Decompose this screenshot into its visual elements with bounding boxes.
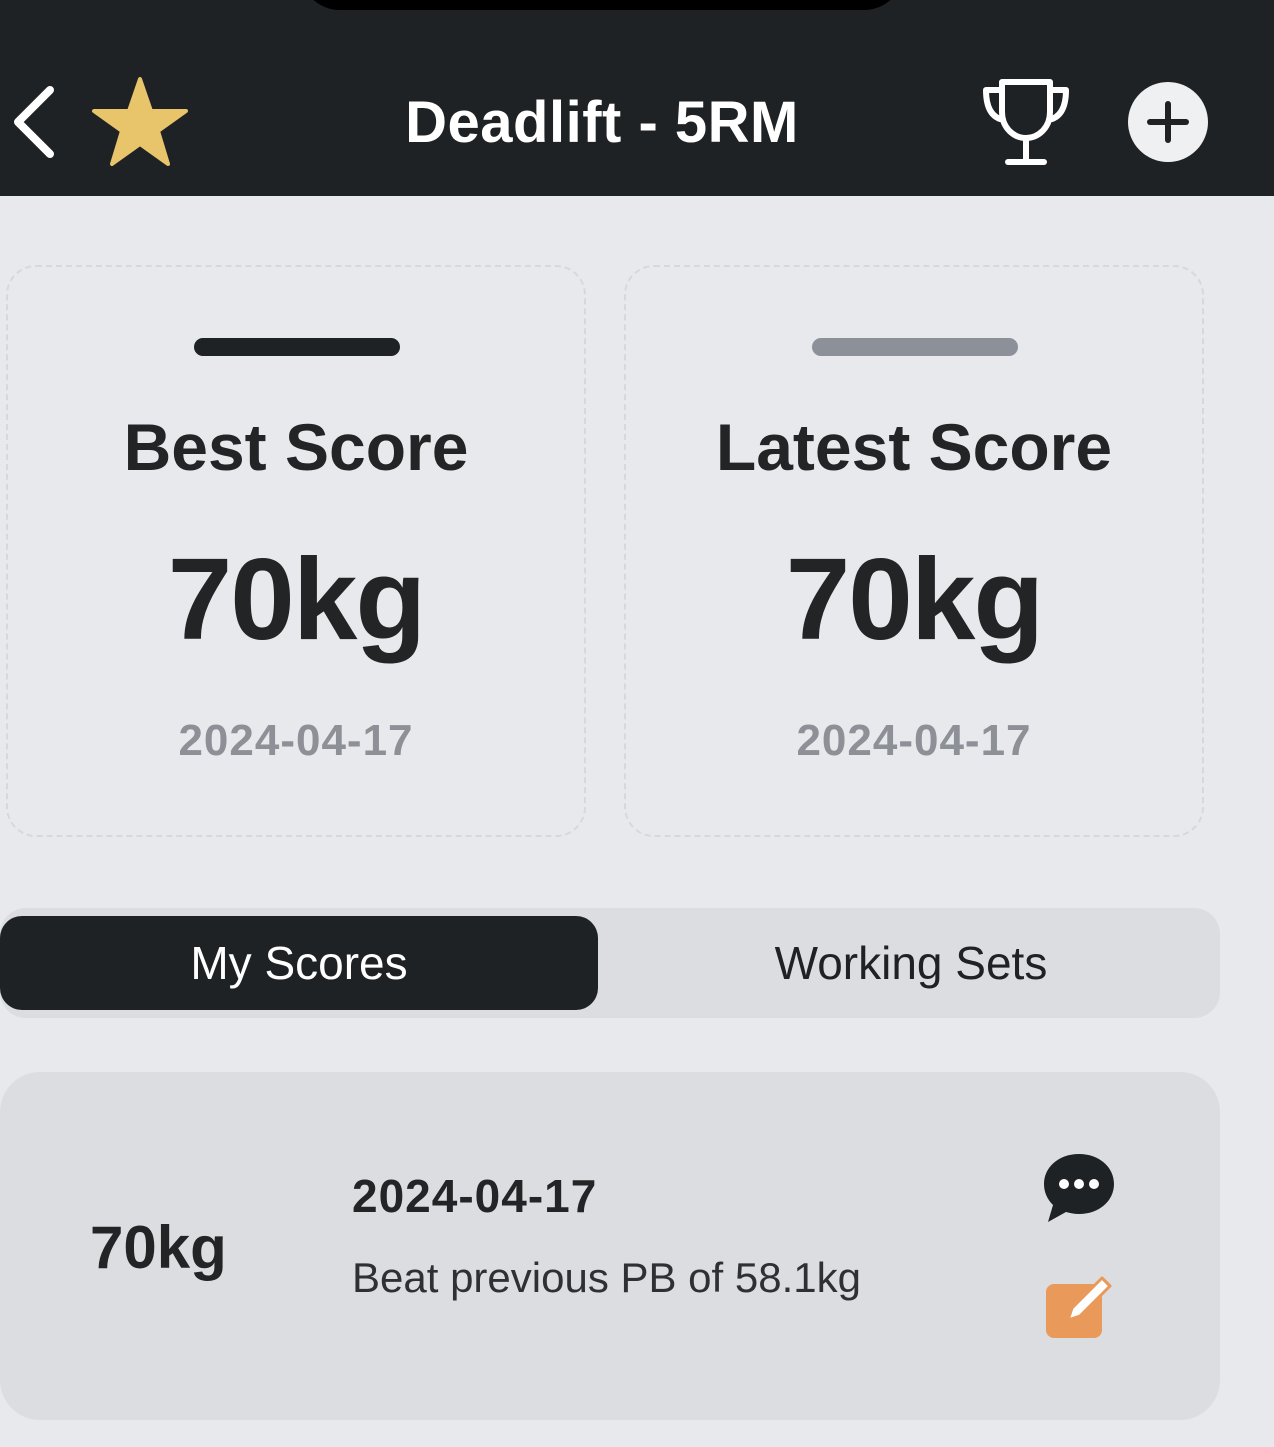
score-note: Beat previous PB of 58.1kg	[352, 1254, 861, 1301]
latest-score-date: 2024-04-17	[796, 716, 1032, 765]
tab-working-sets[interactable]: Working Sets	[612, 916, 1210, 1010]
latest-score-card: Latest Score 70kg 2024-04-17	[624, 265, 1204, 837]
chevron-left-icon	[14, 86, 54, 158]
score-date: 2024-04-17	[352, 1170, 598, 1222]
back-button[interactable]	[8, 82, 68, 162]
latest-score-indicator	[812, 338, 1018, 356]
edit-score-button[interactable]	[1042, 1270, 1116, 1342]
best-score-card: Best Score 70kg 2024-04-17	[6, 265, 586, 837]
page-title: Deadlift - 5RM	[405, 90, 799, 155]
app-header: Deadlift - 5RM	[0, 0, 1274, 196]
tab-my-scores[interactable]: My Scores	[0, 916, 598, 1010]
latest-score-value: 70kg	[785, 534, 1044, 664]
star-icon	[92, 77, 188, 166]
comment-button[interactable]	[1040, 1150, 1118, 1226]
best-score-label: Best Score	[123, 410, 469, 484]
chat-bubble-icon	[1044, 1154, 1114, 1222]
segmented-tabs: My Scores Working Sets	[0, 908, 1220, 1018]
best-score-date: 2024-04-17	[178, 716, 414, 765]
latest-score-label: Latest Score	[715, 410, 1113, 484]
trophy-icon	[983, 79, 1069, 165]
score-list-item[interactable]: 70kg 2024-04-17 Beat previous PB of 58.1…	[0, 1072, 1220, 1420]
best-score-value: 70kg	[167, 534, 426, 664]
device-notch	[300, 0, 904, 10]
edit-icon	[1046, 1276, 1112, 1338]
best-score-indicator	[194, 338, 400, 356]
add-score-button[interactable]	[1128, 82, 1208, 162]
plus-circle-icon	[1147, 101, 1189, 143]
favorite-button[interactable]	[90, 76, 190, 168]
score-value: 70kg	[90, 1214, 227, 1281]
trophy-button[interactable]	[978, 76, 1074, 168]
